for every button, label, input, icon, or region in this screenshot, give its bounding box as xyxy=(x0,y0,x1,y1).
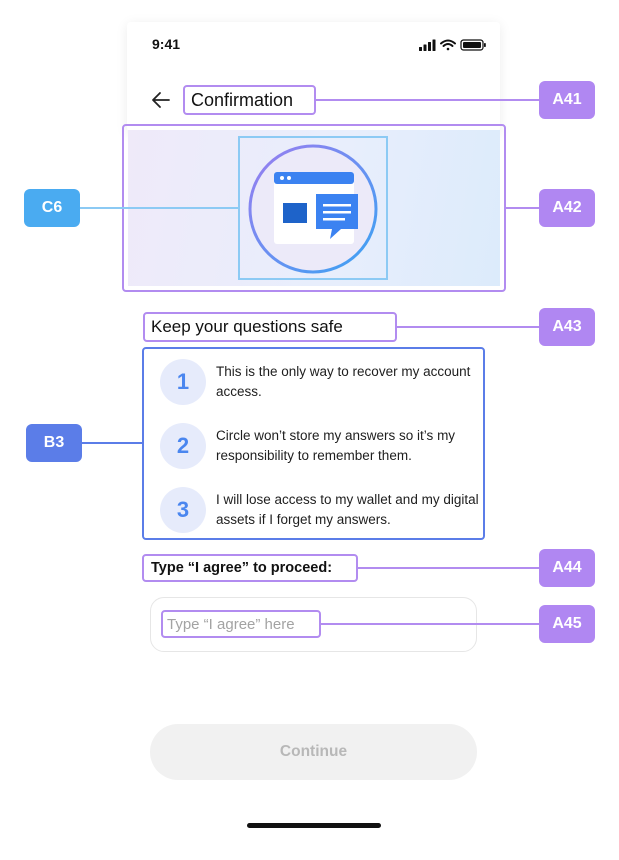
battery-icon xyxy=(460,39,486,51)
annotation-tag: A42 xyxy=(539,189,595,227)
annotation-tag: A45 xyxy=(539,605,595,643)
section-heading: Keep your questions safe xyxy=(143,312,397,342)
list-item: 2 Circle won’t store my answers so it’s … xyxy=(158,423,478,473)
list-item: 3 I will lose access to my wallet and my… xyxy=(158,487,479,537)
callout-line xyxy=(506,207,540,209)
agree-prompt-label: Type “I agree” to proceed: xyxy=(142,554,358,582)
list-item: 1 This is the only way to recover my acc… xyxy=(158,359,478,409)
signal-icon xyxy=(419,39,436,51)
annotation-tag: C6 xyxy=(24,189,80,227)
continue-button[interactable]: Continue xyxy=(150,724,477,780)
status-icons xyxy=(419,39,486,51)
callout-line xyxy=(321,623,540,625)
step-number: 1 xyxy=(160,359,206,405)
status-time: 9:41 xyxy=(152,36,181,52)
home-indicator xyxy=(247,823,381,828)
annotation-tag: A43 xyxy=(539,308,595,346)
acknowledgement-list: 1 This is the only way to recover my acc… xyxy=(142,347,485,540)
agree-input[interactable] xyxy=(161,610,321,638)
annotation-tag: B3 xyxy=(26,424,82,462)
callout-line xyxy=(82,442,142,444)
annotation-tag: A41 xyxy=(539,81,595,119)
step-number: 2 xyxy=(160,423,206,469)
list-item-text: This is the only way to recover my accou… xyxy=(216,364,471,399)
callout-line xyxy=(358,567,540,569)
step-number: 3 xyxy=(160,487,206,533)
chat-window-icon xyxy=(248,144,378,274)
arrow-left-icon[interactable] xyxy=(150,89,172,111)
list-item-text: I will lose access to my wallet and my d… xyxy=(216,492,479,527)
list-item-text: Circle won’t store my answers so it’s my… xyxy=(216,428,456,463)
callout-line xyxy=(316,99,540,101)
callout-line xyxy=(397,326,540,328)
page-title: Confirmation xyxy=(183,85,316,115)
callout-line xyxy=(80,207,238,209)
annotation-tag: A44 xyxy=(539,549,595,587)
wifi-icon xyxy=(440,39,456,51)
